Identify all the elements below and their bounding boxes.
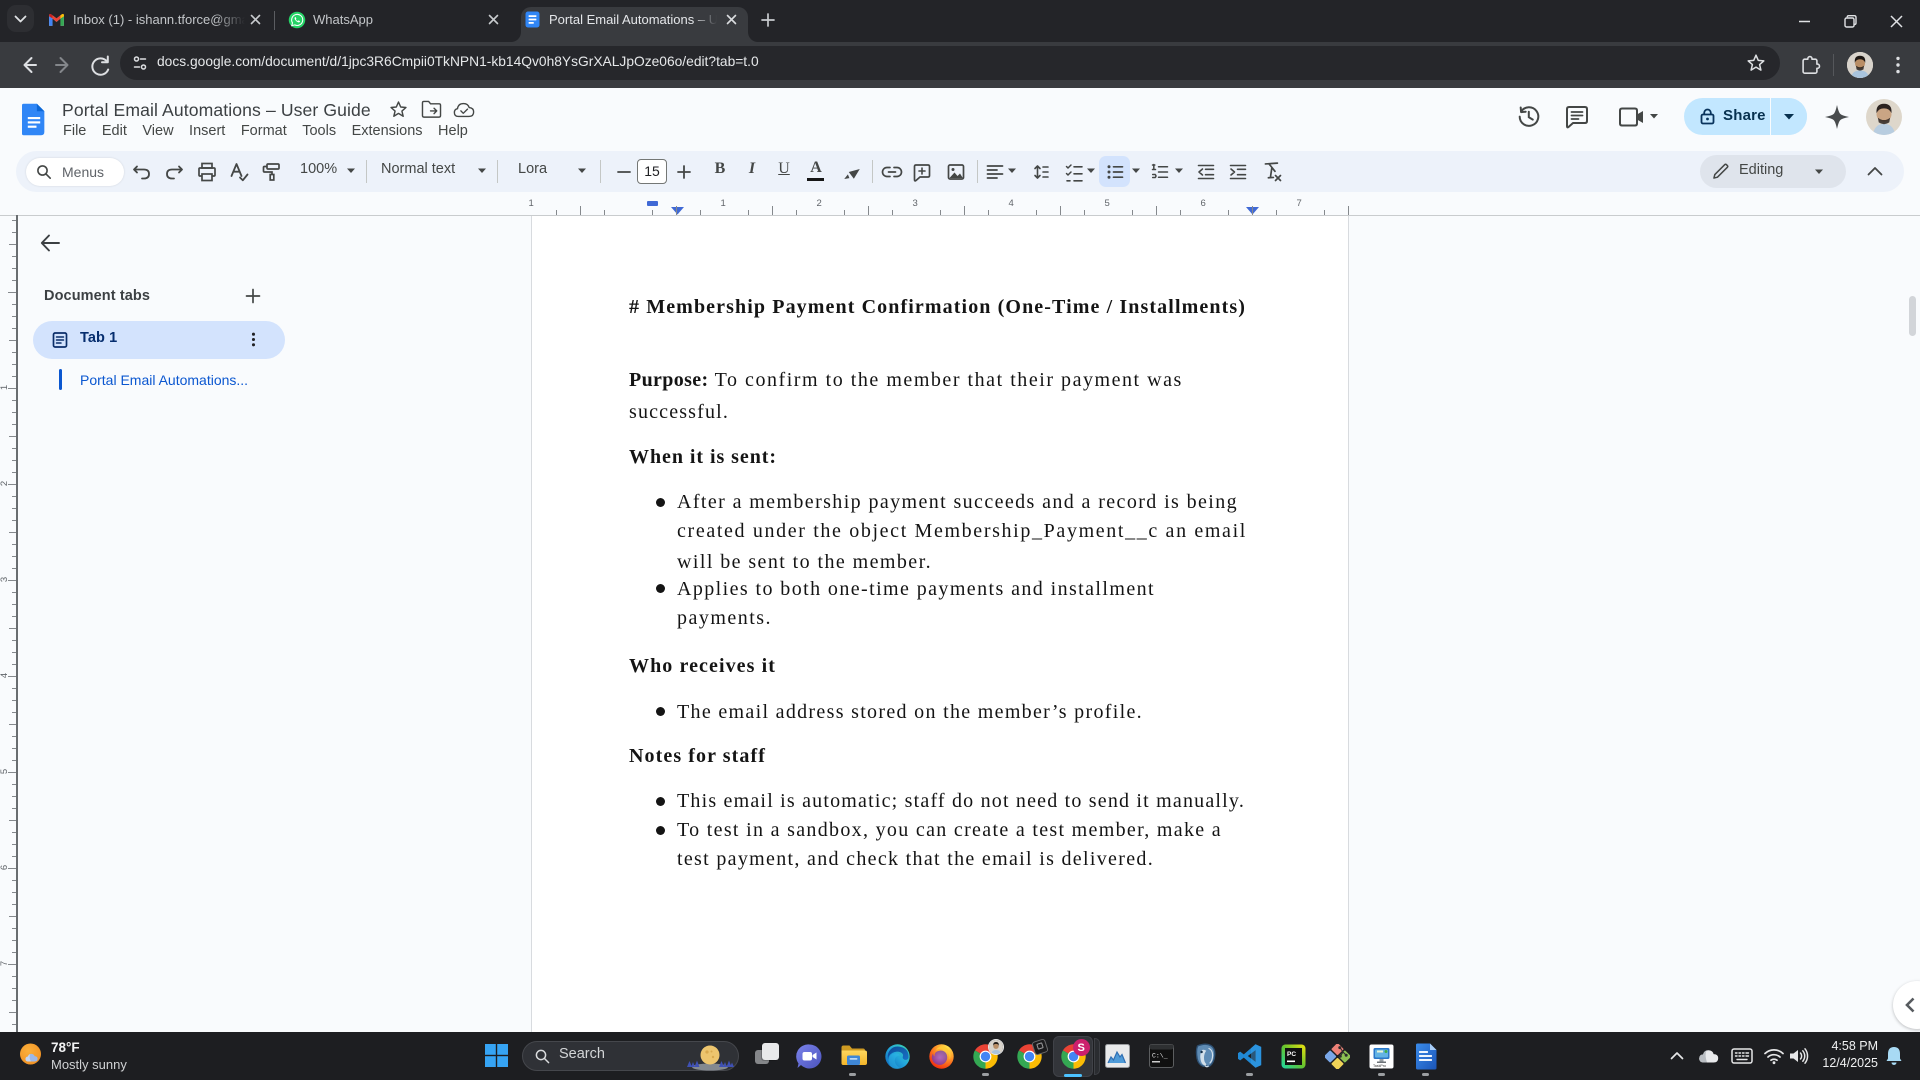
svg-text:PC: PC [1287, 1051, 1296, 1058]
svg-text:TaskPro: TaskPro [1373, 1064, 1386, 1068]
svg-text:C:\_: C:\_ [1152, 1053, 1168, 1060]
